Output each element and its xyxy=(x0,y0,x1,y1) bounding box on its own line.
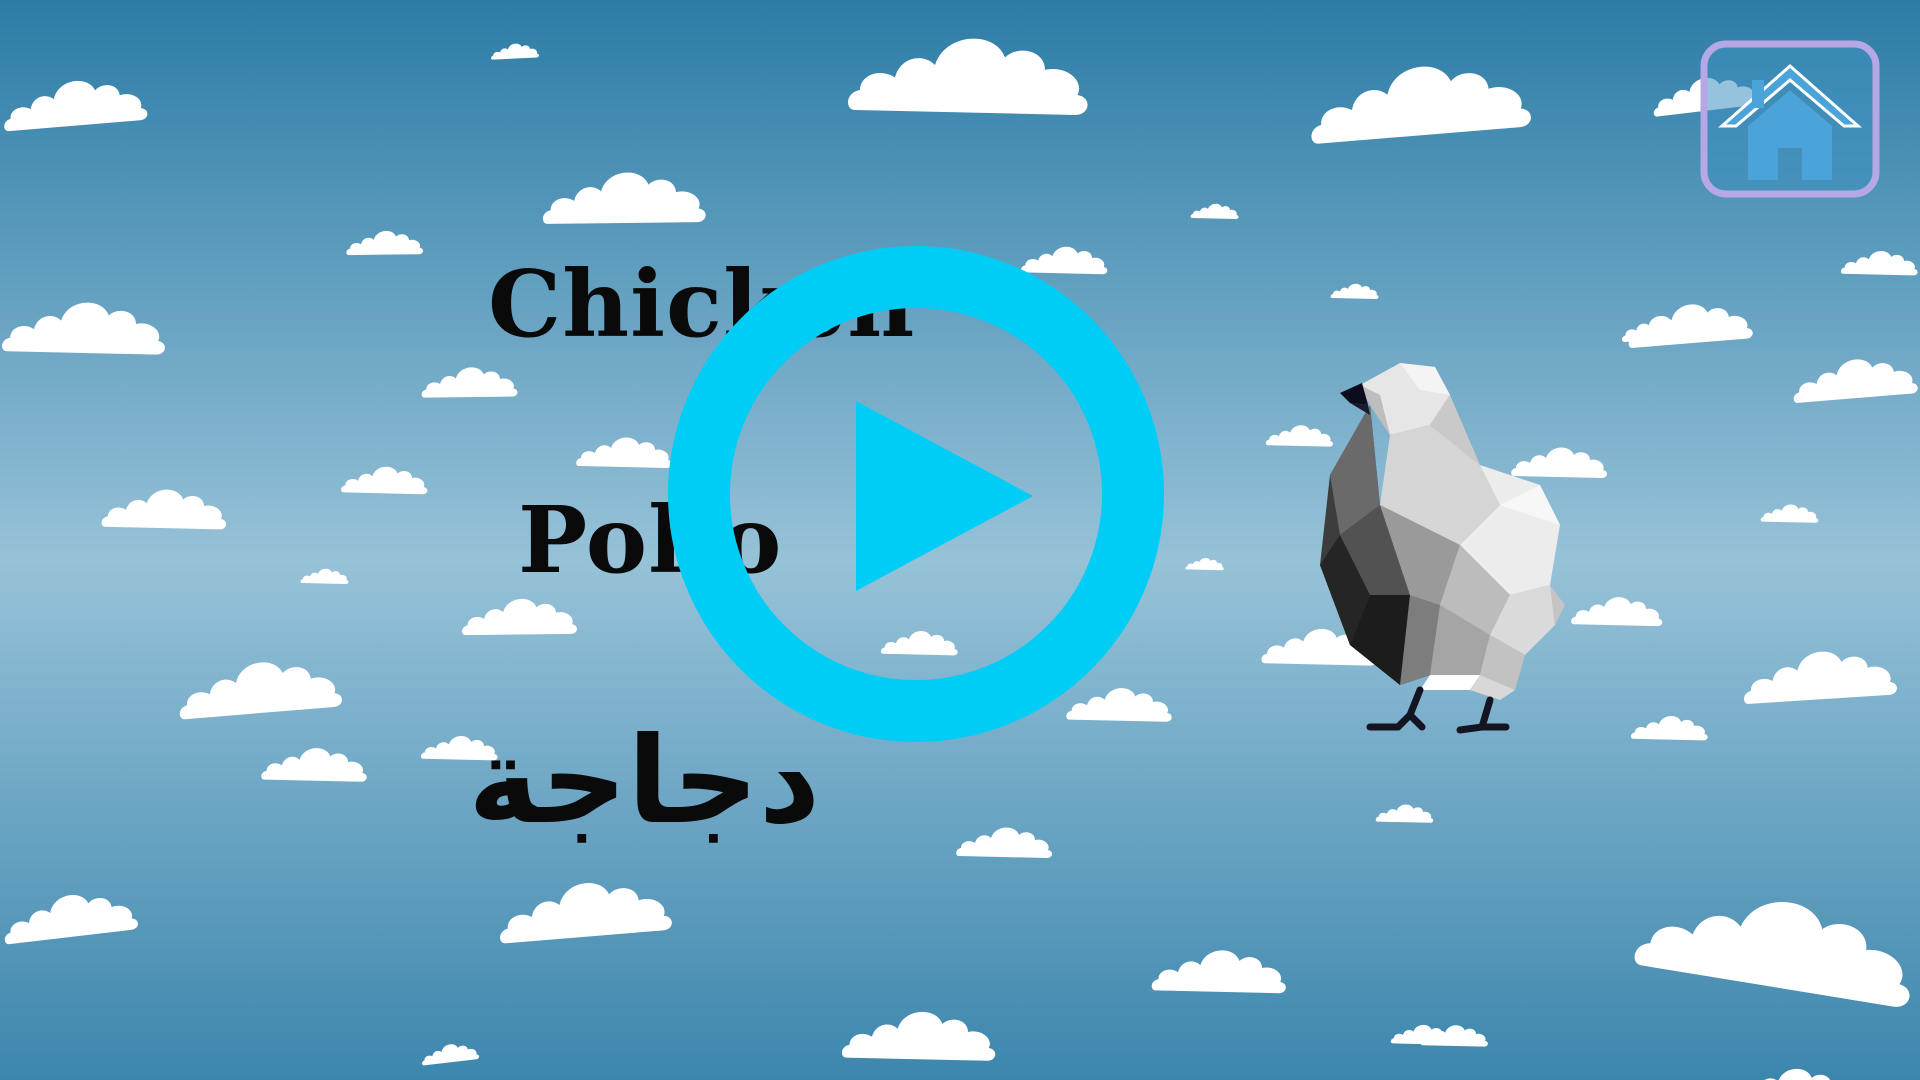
play-icon xyxy=(856,401,1033,591)
play-button[interactable] xyxy=(668,246,1164,742)
chicken-icon xyxy=(1320,363,1565,734)
game-scene: Chicken Pollo دجاجة xyxy=(0,0,1920,1080)
home-button[interactable] xyxy=(1700,40,1880,198)
